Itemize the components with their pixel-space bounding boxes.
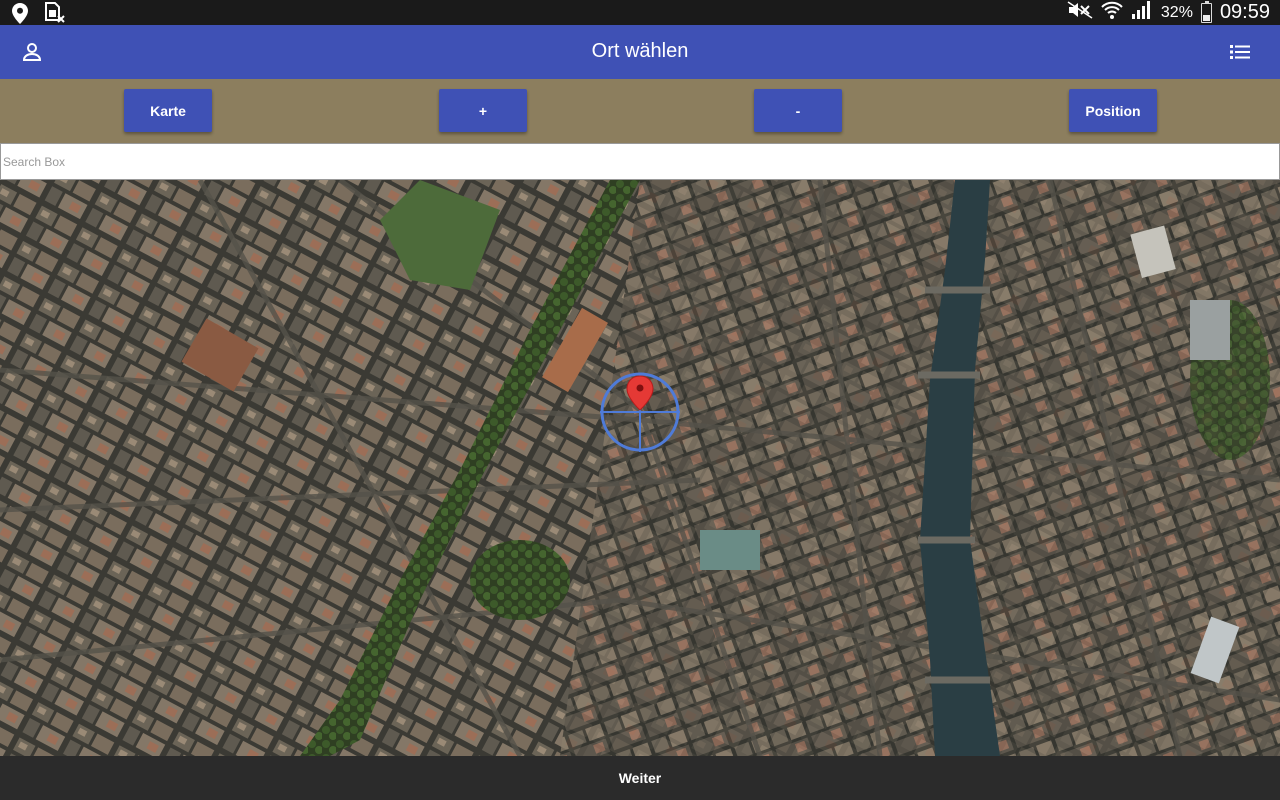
- search-input[interactable]: [0, 143, 1280, 180]
- battery-icon: [1200, 0, 1212, 23]
- app-bar: Ort wählen: [0, 25, 1280, 79]
- mute-icon: [1067, 0, 1093, 25]
- zoom-out-button[interactable]: -: [754, 89, 842, 132]
- page-title: Ort wählen: [591, 40, 689, 62]
- position-button[interactable]: Position: [1069, 89, 1157, 132]
- map-toolbar: Karte + - Position: [0, 79, 1280, 143]
- status-bar-right: 32% 09:59: [1067, 0, 1270, 25]
- list-icon[interactable]: [1226, 38, 1254, 66]
- zoom-in-button[interactable]: +: [439, 89, 527, 132]
- clock: 09:59: [1219, 1, 1270, 23]
- weiter-button[interactable]: Weiter: [0, 756, 1280, 800]
- battery-percent: 32%: [1160, 3, 1193, 21]
- satellite-map[interactable]: [0, 180, 1280, 756]
- map-canvas[interactable]: [0, 180, 1280, 756]
- signal-icon: [1131, 0, 1153, 26]
- wifi-icon: [1101, 0, 1123, 26]
- status-bar: 32% 09:59: [0, 0, 1280, 25]
- battery-fill: [1202, 14, 1210, 21]
- karte-button[interactable]: Karte: [124, 89, 212, 132]
